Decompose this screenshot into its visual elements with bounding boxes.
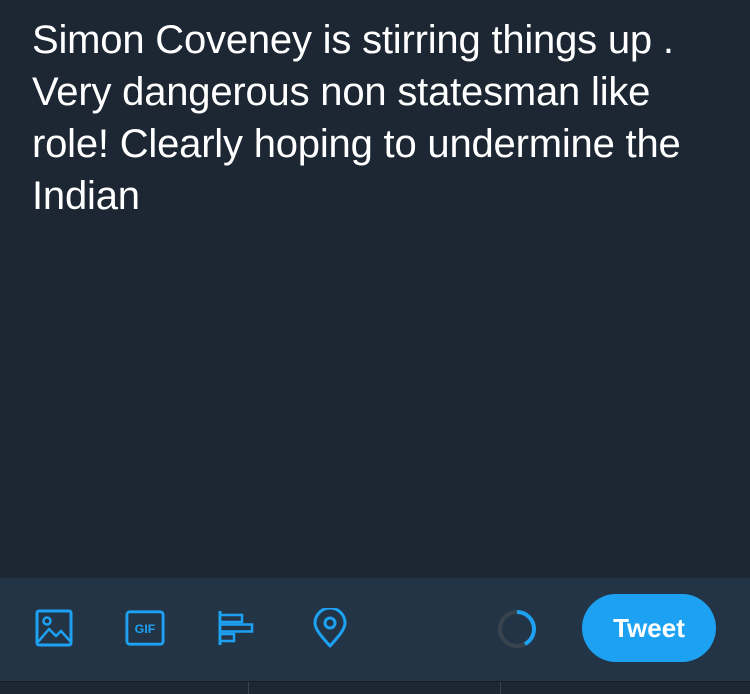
keyboard-edge [0, 681, 750, 694]
tweet-button[interactable]: Tweet [582, 594, 716, 662]
tweet-text-input[interactable]: Simon Coveney is stirring things up . Ve… [32, 14, 732, 222]
key-divider [500, 682, 501, 694]
location-icon[interactable] [310, 608, 350, 648]
image-icon[interactable] [34, 608, 74, 648]
gif-label: GIF [135, 622, 156, 636]
compose-area[interactable]: Simon Coveney is stirring things up . Ve… [0, 0, 750, 578]
gif-icon[interactable]: GIF [125, 608, 165, 648]
character-count-ring [496, 608, 538, 650]
compose-toolbar: GIF Tweet [0, 578, 750, 681]
poll-icon[interactable] [216, 608, 256, 648]
key-divider [248, 682, 249, 694]
